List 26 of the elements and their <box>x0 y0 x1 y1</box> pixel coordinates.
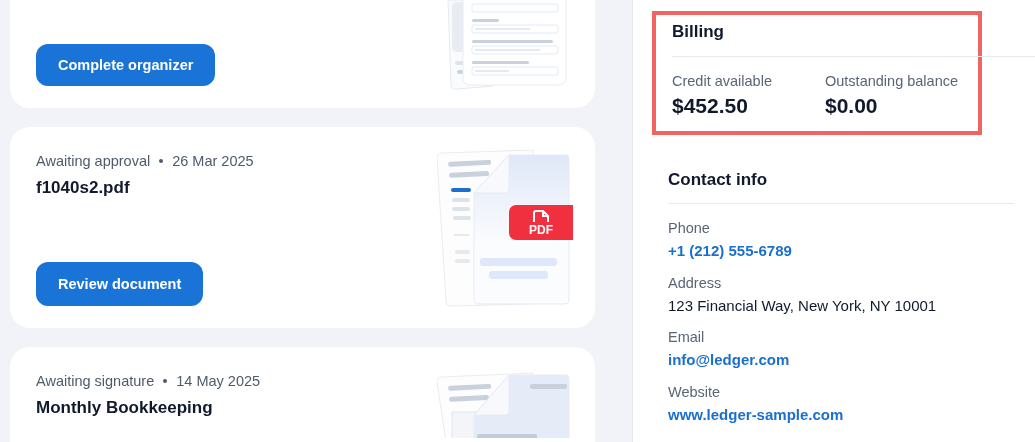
section-title: Billing <box>672 22 1035 57</box>
field-value: 123 Financial Way, New York, NY 10001 <box>668 297 938 314</box>
stat-value: $452.50 <box>672 94 749 118</box>
field-label: Address <box>668 275 723 291</box>
action-button[interactable]: Review document <box>36 262 204 306</box>
action-button[interactable]: Complete organizer <box>36 44 216 86</box>
contact-link[interactable]: info@ledger.com <box>668 351 790 368</box>
date-text: 14 May 2025 <box>176 372 261 390</box>
separator-dot-icon <box>163 379 168 383</box>
section-title: Contact info <box>668 170 1014 204</box>
stat-label: Credit available <box>672 73 773 89</box>
pdf-badge: PDF <box>509 205 573 240</box>
field-label: Phone <box>668 220 711 236</box>
contact-link[interactable]: +1 (212) 555-6789 <box>668 242 792 259</box>
date-text: 26 Mar 2025 <box>172 152 254 170</box>
field-label: Email <box>668 329 706 345</box>
stat-value: $0.00 <box>825 94 879 118</box>
contact-link[interactable]: www.ledger-sample.com <box>668 406 844 423</box>
file-icon <box>530 209 552 223</box>
field-label: Website <box>668 384 722 400</box>
stat-label: Outstanding balance <box>825 73 959 89</box>
separator-dot-icon <box>159 159 164 163</box>
status-text: Awaiting approval <box>36 152 151 170</box>
document-title: Monthly Bookkeeping <box>36 398 213 418</box>
document-title: f1040s2.pdf <box>36 178 130 198</box>
status-text: Awaiting signature <box>36 372 155 390</box>
